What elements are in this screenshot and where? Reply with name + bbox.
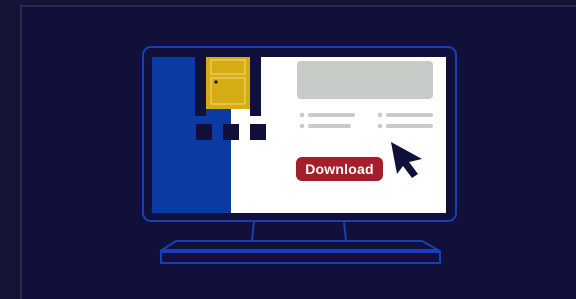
- download-button[interactable]: Download: [296, 157, 383, 181]
- square-2: [223, 124, 239, 140]
- square-1: [196, 124, 212, 140]
- square-3: [250, 124, 266, 140]
- dark-bar-right: [250, 57, 261, 116]
- door-icon: [206, 57, 250, 109]
- keyboard-icon: [160, 251, 441, 264]
- computer-illustration: [142, 46, 457, 264]
- placeholder-banner: [297, 61, 433, 99]
- monitor-stand: [158, 220, 442, 251]
- dark-bar-left: [195, 57, 206, 116]
